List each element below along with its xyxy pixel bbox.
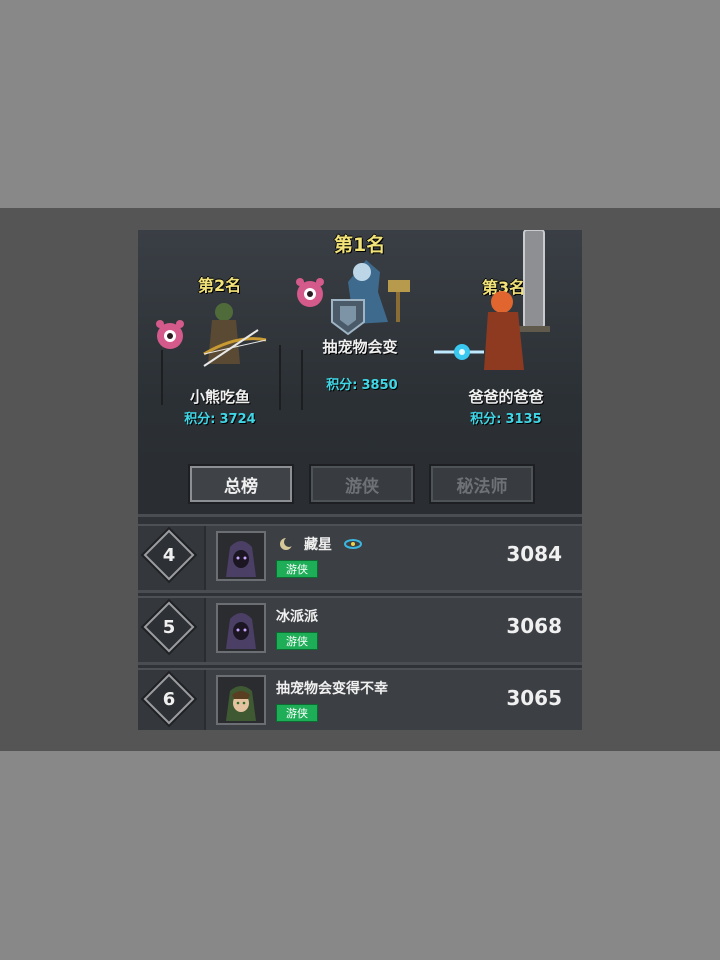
third-place-score: 积分: 3135 (470, 408, 541, 427)
player-score: 3084 (506, 542, 562, 566)
avatar (216, 675, 266, 725)
rank-cell: 5 (138, 598, 206, 662)
rank-number: 6 (162, 688, 176, 710)
first-place-score-value: 3850 (361, 378, 398, 393)
class-badge: 游侠 (276, 704, 318, 722)
avatar (216, 531, 266, 581)
second-place-character-sprite (156, 303, 267, 367)
swirl-badge-icon (344, 539, 362, 549)
player-score: 3068 (506, 614, 562, 638)
tab-ranger[interactable]: 游侠 (309, 464, 415, 504)
first-place-score: 积分: 3850 (326, 374, 397, 393)
third-place-character-sprite (434, 230, 550, 370)
list-divider (138, 590, 582, 593)
player-name: 冰派派 (276, 609, 318, 625)
list-item[interactable]: 4 藏星 游侠 3084 (138, 524, 582, 590)
third-place-score-label: 积分: (470, 412, 502, 427)
second-place-score-label: 积分: (184, 412, 216, 427)
tab-arcanist[interactable]: 秘法师 (429, 464, 535, 504)
class-badge: 游侠 (276, 560, 318, 578)
second-place-score-value: 3724 (219, 412, 256, 427)
list-divider (138, 662, 582, 665)
podium-area: 第1名 抽宠物会变 积分: 3850 第2名 小熊吃鱼 积分: 3724 第3名… (138, 230, 582, 514)
rank-number: 5 (162, 616, 176, 638)
rank-cell: 6 (138, 670, 206, 730)
second-place-score: 积分: 3724 (184, 408, 255, 427)
avatar (216, 603, 266, 653)
player-score: 3065 (506, 686, 562, 710)
second-place-title: 第2名 (198, 276, 242, 295)
list-item[interactable]: 5 冰派派 游侠 3068 (138, 596, 582, 662)
tab-overall[interactable]: 总榜 (188, 464, 294, 504)
leaderboard-panel: 第1名 抽宠物会变 积分: 3850 第2名 小熊吃鱼 积分: 3724 第3名… (138, 230, 582, 730)
first-place-name: 抽宠物会变 (322, 338, 398, 356)
class-badge: 游侠 (276, 632, 318, 650)
rank-number: 4 (162, 544, 176, 566)
hooded-rogue-avatar-icon (226, 613, 256, 649)
elf-ranger-avatar-icon (226, 686, 256, 721)
moon-icon (280, 537, 294, 550)
second-place-name: 小熊吃鱼 (189, 388, 251, 406)
list-divider (138, 514, 582, 517)
player-name: 抽宠物会变得不幸 (276, 681, 388, 697)
player-name: 藏星 (304, 537, 332, 553)
third-place-score-value: 3135 (505, 412, 542, 427)
rank-cell: 4 (138, 526, 206, 590)
first-place-score-label: 积分: (326, 378, 358, 393)
third-place-name: 爸爸的爸爸 (468, 388, 544, 406)
list-item[interactable]: 6 抽宠物会变得不幸 游侠 3065 (138, 668, 582, 730)
hooded-rogue-avatar-icon (226, 541, 256, 577)
